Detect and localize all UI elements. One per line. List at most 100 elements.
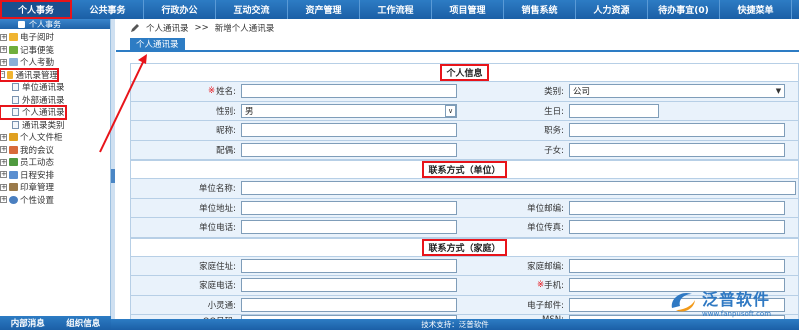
nav-todo[interactable]: 待办事宜(0)	[648, 0, 720, 19]
tree-item-e-reading[interactable]: + 电子阅时	[0, 31, 110, 44]
children-input[interactable]	[569, 142, 785, 157]
contact-form: 个人信息 ※ 姓名: 类别: 公司 ▼ 性别: 男 ∨ 生日: 昵称: 职务: 配偶:…	[130, 63, 799, 323]
nickname-label: 昵称:	[216, 126, 236, 137]
home-address-cell	[239, 257, 459, 276]
nav-workflow[interactable]: 工作流程	[360, 0, 432, 19]
tree-item-personalize[interactable]: + 个性设置	[0, 194, 110, 207]
tree-item-label: 个人考勤	[20, 58, 55, 69]
section-company-contact: 联系方式（单位）	[130, 160, 799, 179]
birthday-input[interactable]	[569, 103, 659, 118]
job-cell	[567, 121, 787, 140]
expand-icon[interactable]: +	[0, 183, 7, 191]
nav-assets[interactable]: 资产管理	[288, 0, 360, 19]
tree-item-schedule[interactable]: + 日程安排	[0, 169, 110, 182]
category-select[interactable]: 公司 ▼	[569, 84, 785, 99]
job-input[interactable]	[569, 123, 785, 138]
tree-item-staff-news[interactable]: + 员工动态	[0, 156, 110, 169]
nav-sales[interactable]: 销售系统	[504, 0, 576, 19]
tree-item-label: 单位通讯录	[22, 83, 65, 94]
watermark-name: 泛普软件	[702, 290, 771, 309]
name-input[interactable]	[241, 84, 457, 99]
people-icon	[9, 158, 18, 167]
sidebar-splitter[interactable]	[111, 19, 115, 330]
breadcrumb-current: 新增个人通讯录	[214, 24, 275, 34]
company-phone-input[interactable]	[241, 220, 457, 235]
nav-personal-affairs[interactable]: 个人事务	[0, 0, 72, 19]
tree-item-file-cabinet[interactable]: + 个人文件柜	[0, 131, 110, 144]
clock-icon	[9, 58, 18, 67]
tree-item-label: 个性设置	[20, 195, 55, 206]
sidebar-header: 个人事务	[0, 19, 110, 29]
expand-icon[interactable]: +	[0, 133, 7, 141]
sidebar: 个人事务 + 电子阅时 + 记事便笺 + 个人考勤 - 通讯录管理 单位通讯录	[0, 19, 111, 330]
spouse-label: 配偶:	[216, 145, 236, 156]
chevron-down-icon[interactable]: ▼	[773, 85, 784, 97]
breadcrumb-item: 个人通讯录	[146, 24, 189, 34]
nav-projects[interactable]: 项目管理	[432, 0, 504, 19]
tab-personal-contacts[interactable]: 个人通讯录	[130, 38, 185, 50]
chevron-down-icon[interactable]: ∨	[445, 104, 456, 117]
expand-icon[interactable]: +	[0, 171, 7, 179]
tree-item-contacts-manage[interactable]: - 通讯录管理	[0, 67, 59, 82]
nickname-cell	[239, 121, 459, 140]
expand-icon[interactable]: +	[0, 196, 7, 204]
company-address-label: 单位地址:	[199, 203, 236, 214]
company-zip-input[interactable]	[569, 200, 785, 215]
nickname-input[interactable]	[241, 123, 457, 138]
tree-item-label: 记事便笺	[20, 45, 55, 56]
nav-interaction[interactable]: 互动交流	[216, 0, 288, 19]
company-fax-cell	[567, 218, 787, 237]
home-zip-label: 家庭邮编:	[527, 261, 564, 272]
home-zip-input[interactable]	[569, 258, 785, 273]
birthday-label: 生日:	[544, 106, 564, 117]
tree-item-contact-categories[interactable]: 通讯录类别	[0, 119, 110, 132]
children-label: 子女:	[544, 145, 564, 156]
brand-logo-icon	[671, 292, 695, 312]
company-input[interactable]	[240, 181, 796, 196]
org-info-button[interactable]: 组织信息	[56, 316, 112, 330]
splitter-handle[interactable]	[111, 169, 115, 183]
spouse-cell	[239, 141, 459, 160]
breadcrumb-separator: >>	[194, 23, 209, 33]
nav-hr[interactable]: 人力资源	[576, 0, 648, 19]
expand-icon[interactable]: +	[0, 33, 7, 41]
meeting-icon	[9, 145, 18, 154]
gender-select[interactable]: 男 ∨	[241, 103, 457, 118]
expand-icon[interactable]: +	[0, 46, 7, 54]
company-address-input[interactable]	[241, 200, 457, 215]
expand-icon[interactable]: +	[0, 146, 7, 154]
nav-admin-office[interactable]: 行政办公	[144, 0, 216, 19]
spouse-input[interactable]	[241, 142, 457, 157]
expand-icon[interactable]: +	[0, 158, 7, 166]
document-icon	[12, 120, 19, 129]
tree-item-personal-contacts[interactable]: 个人通讯录	[0, 105, 67, 120]
name-cell	[239, 82, 459, 101]
nav-public-affairs[interactable]: 公共事务	[72, 0, 144, 19]
category-value: 公司	[573, 87, 591, 98]
internal-messages-button[interactable]: 内部消息	[0, 316, 56, 330]
section-title: 个人信息	[440, 64, 489, 81]
home-address-input[interactable]	[241, 258, 457, 273]
company-fax-input[interactable]	[569, 220, 785, 235]
children-cell	[567, 141, 787, 160]
section-home-contact: 联系方式（家庭）	[130, 237, 799, 257]
home-phone-label: 家庭电话:	[199, 281, 236, 292]
tree-item-label: 电子阅时	[20, 33, 55, 44]
tree-item-external-contacts[interactable]: 外部通讯录	[0, 94, 110, 107]
tree-item-meetings[interactable]: + 我的会议	[0, 144, 110, 157]
home-phone-input[interactable]	[241, 278, 457, 293]
collapse-icon[interactable]: -	[0, 71, 6, 79]
form-row: 性别: 男 ∨ 生日:	[130, 101, 799, 121]
form-row: 昵称: 职务:	[130, 121, 799, 141]
company-zip-label: 单位邮编:	[527, 203, 564, 214]
expand-icon[interactable]: +	[0, 58, 7, 66]
sidebar-header-label: 个人事务	[29, 19, 61, 29]
tree-item-notes[interactable]: + 记事便笺	[0, 44, 110, 57]
nav-quick-menu[interactable]: 快捷菜单	[720, 0, 792, 19]
home-address-label: 家庭住址:	[199, 261, 236, 272]
tree-item-unit-contacts[interactable]: 单位通讯录	[0, 81, 110, 94]
cabinet-icon	[9, 133, 18, 142]
tree-item-seal-manage[interactable]: + 印章管理	[0, 181, 110, 194]
tree-item-attendance[interactable]: + 个人考勤	[0, 56, 110, 69]
phs-input[interactable]	[241, 297, 457, 312]
